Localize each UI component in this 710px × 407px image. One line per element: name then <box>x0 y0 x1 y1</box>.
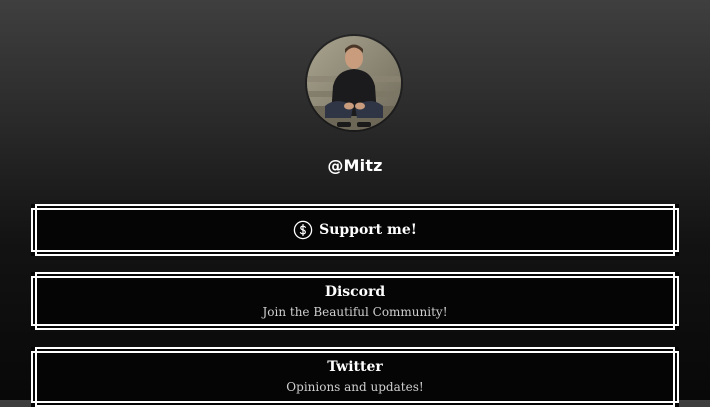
discord-link-subtitle: Join the Beautiful Community! <box>262 304 448 319</box>
discord-link-button[interactable]: Discord Join the Beautiful Community! <box>31 272 679 330</box>
support-link-title: Support me! <box>319 222 417 238</box>
support-link-button[interactable]: Support me! <box>31 204 679 256</box>
twitter-link-subtitle: Opinions and updates! <box>286 380 424 394</box>
profile-username: @Mitz <box>327 156 383 175</box>
twitter-link-button[interactable]: Twitter Opinions and updates! <box>31 347 679 407</box>
discord-link-title: Discord <box>324 283 386 300</box>
dollar-circle-icon <box>293 220 313 240</box>
twitter-link-title: Twitter <box>327 359 383 375</box>
avatar <box>307 36 401 130</box>
